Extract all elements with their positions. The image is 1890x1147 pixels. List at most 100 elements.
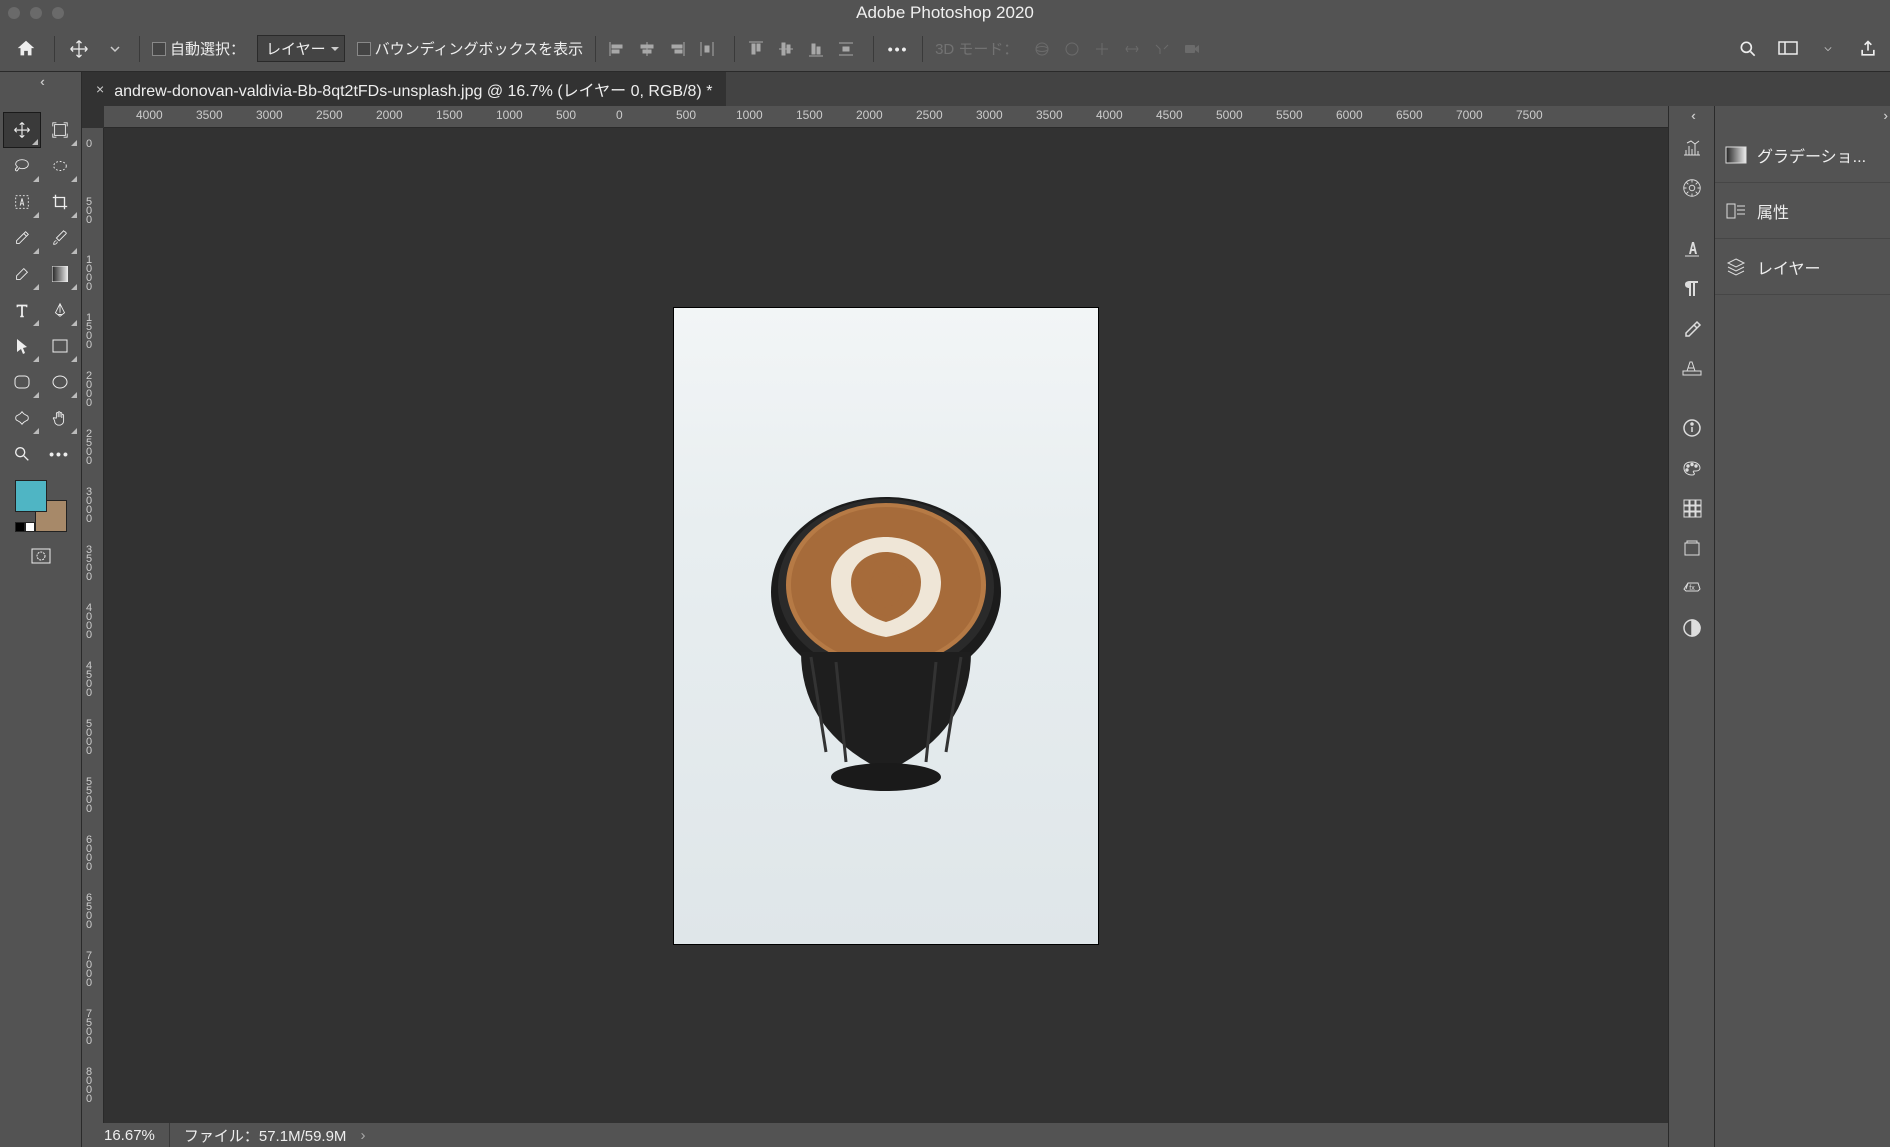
home-button[interactable] — [10, 33, 42, 65]
edit-toolbar-button[interactable]: ••• — [41, 436, 79, 472]
chevron-left-double-icon: ‹‹ — [40, 74, 41, 89]
histogram-panel-icon[interactable] — [1674, 129, 1710, 167]
distribute-h-icon[interactable] — [698, 37, 722, 61]
color-swatch[interactable] — [15, 480, 67, 532]
gradient-tool[interactable] — [41, 256, 79, 292]
auto-select-checkbox[interactable]: 自動選択： — [152, 38, 245, 59]
tools-collapse-toggle[interactable]: ‹‹ — [0, 72, 82, 106]
info-panel-icon[interactable] — [1674, 409, 1710, 447]
gradients-label: グラデーショ... — [1757, 143, 1866, 167]
tools-preset-panel-icon[interactable] — [1674, 309, 1710, 347]
path-select-tool[interactable] — [3, 328, 41, 364]
type-tool[interactable] — [3, 292, 41, 328]
foreground-color-swatch[interactable] — [15, 480, 47, 512]
ellipse-shape-tool[interactable] — [41, 364, 79, 400]
chevron-left-double-icon[interactable]: ‹‹ — [1691, 108, 1692, 123]
gradients-panel-row[interactable]: グラデーショ... — [1715, 127, 1890, 183]
ruler-tick: 3000 — [976, 108, 1003, 122]
eraser-tool[interactable] — [3, 256, 41, 292]
custom-shape-tool[interactable] — [3, 400, 41, 436]
3d-orbit-icon — [1030, 37, 1054, 61]
lasso-tool[interactable] — [3, 148, 41, 184]
file-size-info[interactable]: ファイル：57.1M/59.9M — [184, 1125, 347, 1146]
share-icon[interactable] — [1856, 37, 1880, 61]
move-tool-icon[interactable] — [67, 37, 91, 61]
auto-select-label: 自動選択： — [170, 38, 245, 59]
more-options-icon[interactable]: ••• — [886, 37, 910, 61]
auto-select-dropdown[interactable]: レイヤー — [257, 35, 345, 62]
gradient-icon — [1725, 146, 1747, 164]
artboard-image — [674, 308, 1098, 944]
ruler-tick: 4500 — [83, 660, 94, 696]
search-icon[interactable] — [1736, 37, 1760, 61]
object-select-tool[interactable] — [3, 184, 41, 220]
titlebar: Adobe Photoshop 2020 — [0, 0, 1890, 26]
rounded-rect-tool[interactable] — [3, 364, 41, 400]
status-chevron-icon[interactable]: › — [360, 1127, 365, 1144]
ruler-tick: 2000 — [856, 108, 883, 122]
separator — [169, 1123, 170, 1147]
navigator-panel-icon[interactable] — [1674, 169, 1710, 207]
layers-panel-row[interactable]: レイヤー — [1715, 239, 1890, 295]
screen-mode-icon[interactable] — [1776, 37, 1800, 61]
maximize-window-icon[interactable] — [52, 7, 64, 19]
document-tab-row: ‹‹ × andrew-donovan-valdivia-Bb-8qt2tFDs… — [0, 72, 1890, 106]
align-group-2 — [747, 37, 861, 61]
color-panel-icon[interactable] — [1674, 449, 1710, 487]
close-window-icon[interactable] — [8, 7, 20, 19]
ruler-tick: 1500 — [436, 108, 463, 122]
zoom-tool[interactable] — [3, 436, 41, 472]
adjustments-panel-icon[interactable] — [1674, 609, 1710, 647]
layers-icon — [1725, 257, 1747, 277]
glyphs-panel-icon[interactable] — [1674, 349, 1710, 387]
align-top-icon[interactable] — [747, 37, 771, 61]
align-right-icon[interactable] — [668, 37, 692, 61]
ruler-tick: 2000 — [83, 370, 94, 406]
move-tool[interactable] — [3, 112, 41, 148]
pen-tool[interactable] — [41, 292, 79, 328]
align-vcenter-icon[interactable] — [777, 37, 801, 61]
ruler-tick: 6500 — [83, 892, 94, 928]
3d-mode-group — [1030, 37, 1204, 61]
minimize-window-icon[interactable] — [30, 7, 42, 19]
quick-mask-tool[interactable] — [22, 538, 60, 574]
default-colors-icon[interactable] — [15, 522, 35, 532]
align-hcenter-icon[interactable] — [638, 37, 662, 61]
ruler-horizontal[interactable]: 4000350030002500200015001000500050010001… — [104, 106, 1668, 128]
brush-tool[interactable] — [41, 220, 79, 256]
bounding-box-checkbox[interactable]: バウンディングボックスを表示 — [357, 38, 584, 59]
crop-tool[interactable] — [41, 184, 79, 220]
canvas-area[interactable] — [104, 128, 1668, 1123]
checkbox-icon — [357, 42, 371, 56]
separator — [139, 36, 140, 62]
character-panel-icon[interactable] — [1674, 229, 1710, 267]
artboard-tool[interactable] — [41, 112, 79, 148]
ruler-tick: 6500 — [1396, 108, 1423, 122]
bounding-box-label: バウンディングボックスを表示 — [375, 38, 584, 59]
close-tab-icon[interactable]: × — [96, 81, 104, 97]
options-bar: 自動選択： レイヤー バウンディングボックスを表示 ••• 3D モード： — [0, 26, 1890, 72]
3d-slide-icon — [1120, 37, 1144, 61]
ruler-tick: 5500 — [1276, 108, 1303, 122]
styles-panel-icon[interactable]: fx — [1674, 569, 1710, 607]
ruler-tick: 6000 — [1336, 108, 1363, 122]
align-bottom-icon[interactable] — [807, 37, 831, 61]
separator — [873, 36, 874, 62]
properties-panel-row[interactable]: 属性 — [1715, 183, 1890, 239]
tool-chevron-down-icon[interactable] — [103, 37, 127, 61]
properties-icon — [1725, 202, 1747, 220]
ruler-vertical[interactable]: 0500100015002000250030003500400045005000… — [82, 128, 104, 1123]
chevron-right-double-icon[interactable]: ›› — [1883, 108, 1884, 123]
quick-select-tool[interactable] — [41, 148, 79, 184]
zoom-level[interactable]: 16.67% — [104, 1127, 155, 1144]
distribute-v-icon[interactable] — [837, 37, 861, 61]
document-tab[interactable]: × andrew-donovan-valdivia-Bb-8qt2tFDs-un… — [82, 72, 726, 106]
paragraph-panel-icon[interactable] — [1674, 269, 1710, 307]
align-left-icon[interactable] — [608, 37, 632, 61]
rectangle-shape-tool[interactable] — [41, 328, 79, 364]
chevron-down-icon[interactable] — [1816, 37, 1840, 61]
eyedropper-tool[interactable] — [3, 220, 41, 256]
libraries-panel-icon[interactable] — [1674, 529, 1710, 567]
swatches-panel-icon[interactable] — [1674, 489, 1710, 527]
hand-tool[interactable] — [41, 400, 79, 436]
